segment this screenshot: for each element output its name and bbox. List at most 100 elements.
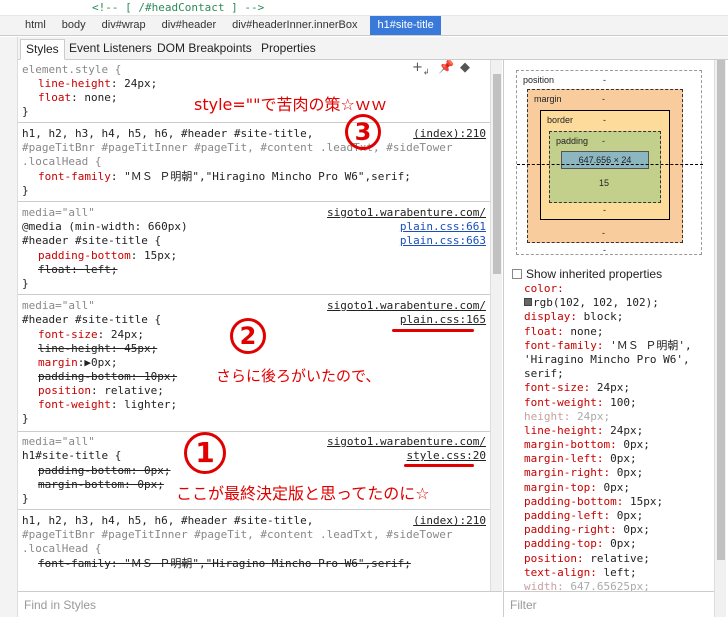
computed-prop-value: left;	[596, 565, 637, 579]
prop-padding-bottom-overridden[interactable]: padding-bottom: 10px;	[38, 370, 177, 384]
breadcrumb-item[interactable]: div#wrap	[97, 16, 151, 35]
position-value: -	[603, 75, 606, 85]
computed-property[interactable]: padding-bottom: 15px;	[524, 495, 714, 509]
source-link-domain[interactable]: sigoto1.warabenture.com/	[327, 299, 486, 312]
computed-property[interactable]: padding-left: 0px;	[524, 509, 714, 523]
breadcrumb-item[interactable]: div#headerInner.innerBox	[227, 16, 362, 35]
border-value: -	[603, 115, 606, 125]
val-padding-bottom[interactable]: 15px;	[144, 249, 177, 262]
prop-position[interactable]: position	[38, 384, 91, 397]
color-swatch-icon[interactable]	[524, 298, 532, 307]
annotation-1-circle: 1	[184, 432, 226, 474]
expand-triangle-icon[interactable]: ▶	[84, 356, 91, 369]
rule-close: }	[22, 492, 29, 505]
computed-property[interactable]: font-family: 'ＭＳ Ｐ明朝',	[524, 339, 714, 353]
source-link-domain[interactable]: sigoto1.warabenture.com/	[327, 435, 486, 448]
computed-prop-name: margin-left:	[524, 452, 604, 466]
computed-property[interactable]: margin-bottom: 0px;	[524, 438, 714, 452]
source-link-domain[interactable]: sigoto1.warabenture.com/	[327, 206, 486, 219]
prop-margin[interactable]: margin	[38, 356, 78, 369]
rule-selector: h1#site-title {	[22, 449, 122, 462]
breadcrumb-item[interactable]: body	[57, 16, 91, 35]
source-link[interactable]: plain.css:663	[400, 234, 486, 247]
tab-event-listeners[interactable]: Event Listeners	[64, 39, 157, 60]
val-font-weight[interactable]: lighter;	[124, 398, 177, 411]
computed-property[interactable]: position: relative;	[524, 552, 714, 566]
source-link[interactable]: (index):210	[413, 514, 486, 527]
computed-property[interactable]: 'Hiragino Mincho Pro W6',	[524, 353, 714, 367]
styles-scrollbar[interactable]	[490, 60, 502, 591]
style-rule-index: h1, h2, h3, h4, h5, h6, #header #site-ti…	[18, 114, 490, 202]
scrollbar-thumb[interactable]	[493, 74, 501, 274]
scrollbar-thumb[interactable]	[717, 60, 725, 560]
computed-property[interactable]: rgb(102, 102, 102);	[524, 296, 714, 310]
val-margin[interactable]: 0px;	[91, 356, 118, 369]
computed-prop-name: margin-top:	[524, 480, 597, 494]
computed-prop-value: 'Hiragino Mincho Pro W6',	[524, 352, 690, 366]
computed-property[interactable]: font-weight: 100;	[524, 396, 714, 410]
prop-margin-bottom-overridden[interactable]: margin-bottom: 0px;	[38, 478, 164, 492]
breadcrumb-item-selected[interactable]: h1#site-title	[370, 16, 441, 35]
left-gutter	[0, 37, 18, 617]
breadcrumb-item[interactable]: div#header	[157, 16, 221, 35]
computed-prop-name: margin-right:	[524, 466, 611, 480]
computed-prop-name: height:	[524, 409, 571, 423]
prop-line-height[interactable]: line-height	[38, 77, 111, 90]
find-in-styles-input[interactable]: Find in Styles	[18, 591, 502, 617]
computed-property[interactable]: text-align: left;	[524, 566, 714, 580]
pin-icon[interactable]: 📌	[438, 60, 454, 75]
media-label: media="all"	[22, 299, 95, 312]
prop-font-family-overridden[interactable]: font-family: "ＭＳ Ｐ明朝","Hiragino Mincho P…	[38, 557, 411, 571]
source-link[interactable]: plain.css:165	[400, 313, 486, 326]
rule-selector-cont: #pageTitBnr #pageTitInner #pageTit, #con…	[22, 528, 453, 541]
prop-font-weight[interactable]: font-weight	[38, 398, 111, 411]
val-font-size[interactable]: 24px;	[111, 328, 144, 341]
computed-property[interactable]: margin-left: 0px;	[524, 452, 714, 466]
breadcrumb-item[interactable]: html	[20, 16, 51, 35]
computed-property[interactable]: float: none;	[524, 325, 714, 339]
computed-property[interactable]: color:	[524, 282, 714, 296]
computed-property[interactable]: serif;	[524, 367, 714, 381]
computed-property[interactable]: line-height: 24px;	[524, 424, 714, 438]
margin-bottom-value: -	[602, 228, 605, 238]
prop-padding-bottom-overridden[interactable]: padding-bottom: 0px;	[38, 464, 170, 478]
filter-input[interactable]: Filter	[504, 591, 714, 617]
prop-padding-bottom[interactable]: padding-bottom	[38, 249, 131, 262]
rule-selector: h1, h2, h3, h4, h5, h6, #header #site-ti…	[22, 127, 314, 140]
computed-property[interactable]: display: block;	[524, 310, 714, 324]
computed-property[interactable]: margin-right: 0px;	[524, 466, 714, 480]
computed-prop-value: rgb(102, 102, 102);	[533, 296, 659, 310]
prop-font-size[interactable]: font-size	[38, 328, 98, 341]
val-font-family[interactable]: "ＭＳ Ｐ明朝","Hiragino Mincho Pro W6",serif;	[124, 170, 411, 183]
prop-font-family[interactable]: font-family	[38, 170, 111, 183]
prop-line-height-overridden[interactable]: line-height: 45px;	[38, 342, 157, 356]
computed-property[interactable]: font-size: 24px;	[524, 381, 714, 395]
rule-selector: #header #site-title {	[22, 313, 162, 326]
computed-property[interactable]: padding-right: 0px;	[524, 523, 714, 537]
toggle-state-icon[interactable]: ◆	[460, 60, 470, 75]
border-box: border - - padding - 647.656 × 24 15	[540, 110, 670, 220]
rule-close: }	[22, 184, 29, 197]
checkbox-icon[interactable]	[512, 269, 522, 279]
computed-prop-value: 24px;	[603, 423, 644, 437]
computed-prop-name: font-size:	[524, 381, 591, 395]
computed-property[interactable]: margin-top: 0px;	[524, 481, 714, 495]
prop-float[interactable]: float	[38, 91, 71, 104]
val-float[interactable]: none;	[84, 91, 117, 104]
position-label: position	[523, 75, 555, 85]
tab-properties[interactable]: Properties	[256, 39, 321, 60]
tab-dom-breakpoints[interactable]: DOM Breakpoints	[152, 39, 257, 60]
computed-property[interactable]: padding-top: 0px;	[524, 537, 714, 551]
metrics-scrollbar[interactable]	[714, 60, 726, 617]
computed-property[interactable]: height: 24px;	[524, 410, 714, 424]
source-link[interactable]: style.css:20	[407, 449, 486, 462]
show-inherited-toggle[interactable]: Show inherited properties	[512, 267, 662, 281]
computed-prop-value: none;	[563, 324, 604, 338]
prop-float-overridden[interactable]: float: left;	[38, 263, 117, 277]
source-link[interactable]: (index):210	[413, 127, 486, 140]
tab-styles[interactable]: Styles	[20, 39, 65, 60]
val-line-height[interactable]: 24px;	[124, 77, 157, 90]
val-position[interactable]: relative;	[104, 384, 164, 397]
source-link[interactable]: plain.css:661	[400, 220, 486, 233]
new-rule-icon[interactable]: +↲	[412, 60, 430, 77]
